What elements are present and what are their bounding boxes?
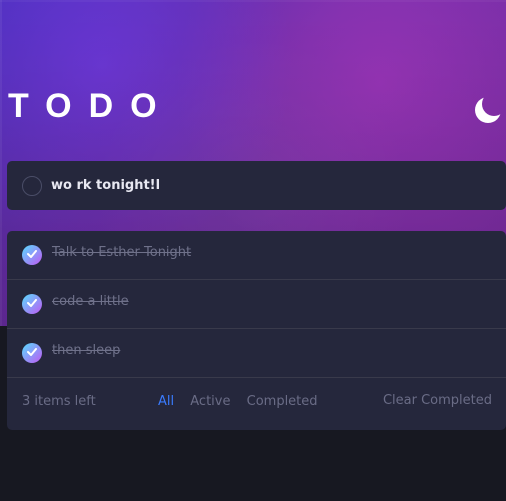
list-footer: 3 items left All Active Completed Clear …: [7, 378, 506, 428]
todo-item[interactable]: Talk to Esther Tonight: [7, 231, 506, 280]
theme-toggle-button[interactable]: [470, 90, 506, 130]
todo-label: then sleep: [52, 343, 121, 358]
filter-all-button[interactable]: All: [158, 394, 174, 409]
new-todo-input[interactable]: [51, 173, 481, 197]
todo-item[interactable]: code a little: [7, 280, 506, 329]
todo-checkbox[interactable]: [22, 294, 42, 314]
page-title: TODO: [8, 87, 174, 125]
todo-item[interactable]: then sleep: [7, 329, 506, 378]
new-todo-card: [7, 161, 506, 210]
clear-completed-button[interactable]: Clear Completed: [383, 393, 492, 408]
new-todo-circle[interactable]: [22, 176, 42, 196]
filter-completed-button[interactable]: Completed: [247, 394, 318, 409]
check-icon: [27, 250, 37, 258]
todo-checkbox[interactable]: [22, 245, 42, 265]
filter-group: All Active Completed: [158, 394, 330, 409]
check-icon: [27, 348, 37, 356]
todo-list: Talk to Esther Tonight code a little the…: [7, 231, 506, 430]
filter-active-button[interactable]: Active: [190, 394, 230, 409]
items-left-count: 3 items left: [22, 394, 96, 409]
moon-icon: [470, 96, 506, 130]
check-icon: [27, 299, 37, 307]
todo-label: Talk to Esther Tonight: [52, 245, 192, 260]
todo-checkbox[interactable]: [22, 343, 42, 363]
todo-label: code a little: [52, 294, 129, 309]
page-bottom-background: [0, 430, 506, 501]
